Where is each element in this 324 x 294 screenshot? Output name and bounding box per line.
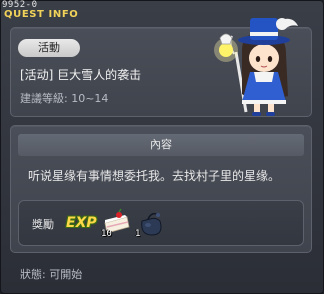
exp-icon: EXP: [66, 215, 97, 231]
recommended-level: 建議等級: 10~14: [20, 92, 109, 105]
cake-quantity: 10: [101, 229, 112, 239]
window-title: QUEST INFO: [4, 9, 79, 20]
quest-name: [活动] 巨大雪人的袭击: [20, 68, 142, 82]
pouch-quantity: 1: [135, 229, 141, 239]
content-section-header: 內容: [18, 134, 304, 156]
npc-portrait: [214, 18, 298, 116]
quest-description: 听说星缘有事情想委托我。去找村子里的星缘。: [28, 169, 281, 183]
quest-status: 狀態: 可開始: [20, 268, 83, 281]
reward-label: 獎勵: [32, 218, 54, 231]
quest-category-badge: 活動: [18, 39, 80, 57]
